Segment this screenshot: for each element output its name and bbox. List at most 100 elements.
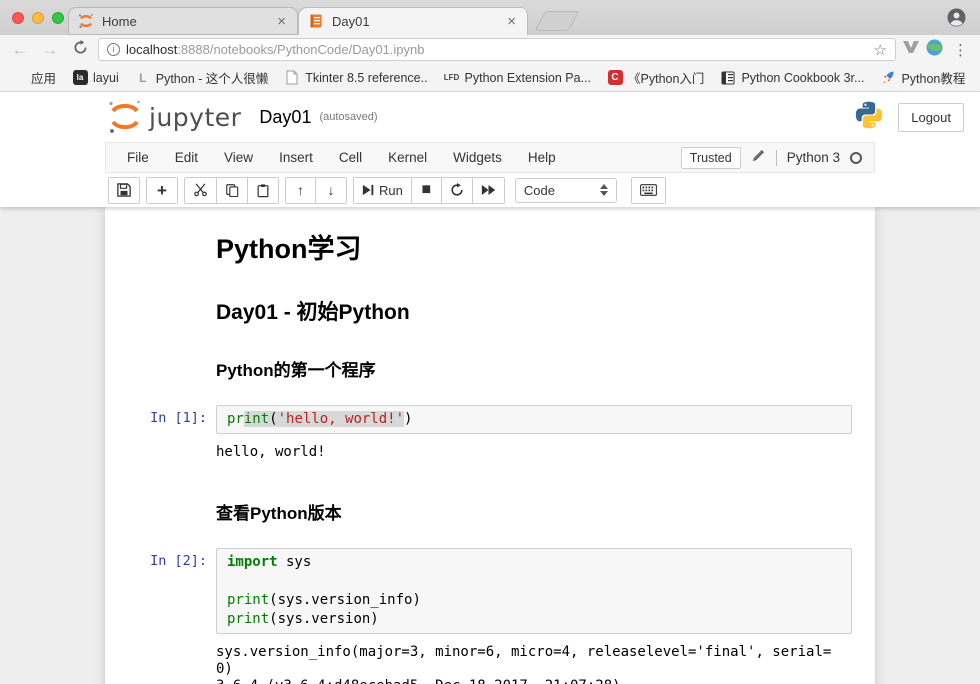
select-arrows-icon xyxy=(600,184,608,196)
paste-cell-button[interactable] xyxy=(248,178,278,203)
profile-avatar-icon[interactable] xyxy=(947,8,966,32)
tab-close-icon[interactable]: × xyxy=(505,13,518,30)
close-window-button[interactable] xyxy=(12,12,24,24)
menu-widgets[interactable]: Widgets xyxy=(440,150,515,165)
output-text: sys.version_info(major=3, minor=6, micro… xyxy=(216,644,852,684)
page-info-icon[interactable]: i xyxy=(107,43,120,56)
code-token: ) xyxy=(404,411,412,427)
code-input-area[interactable]: import sys print(sys.version_info) print… xyxy=(216,548,852,634)
menu-insert[interactable]: Insert xyxy=(266,150,326,165)
bookmark-python-extension[interactable]: LFD Python Extension Pa... xyxy=(444,70,591,86)
run-cell-button[interactable]: Run xyxy=(354,178,412,203)
tab-close-icon[interactable]: × xyxy=(275,13,288,30)
command-palette-button[interactable] xyxy=(632,178,665,203)
step-forward-icon xyxy=(362,184,374,196)
kernel-idle-icon xyxy=(850,152,862,164)
url-text[interactable]: localhost:8888/notebooks/PythonCode/Day0… xyxy=(126,42,868,57)
menu-kernel[interactable]: Kernel xyxy=(375,150,440,165)
input-prompt: In [1]: xyxy=(150,410,207,426)
notebook-menubar: File Edit View Insert Cell Kernel Widget… xyxy=(105,142,875,173)
tab-day01[interactable]: Day01 × xyxy=(298,7,528,35)
code-token-selected: ( xyxy=(269,411,277,427)
browser-menu-icon[interactable]: ⋮ xyxy=(949,41,972,59)
menu-view[interactable]: View xyxy=(211,150,266,165)
bookmark-apps[interactable]: 应用 xyxy=(10,68,56,87)
code-cell-2[interactable]: In [2]: import sys print(sys.version_inf… xyxy=(105,548,875,634)
tab-label: Home xyxy=(102,14,275,29)
jupyter-wordmark: jupyter xyxy=(149,103,241,132)
back-icon[interactable]: ← xyxy=(8,40,32,60)
input-prompt: In [2]: xyxy=(150,553,207,569)
code-input-area[interactable]: print('hello, world!') xyxy=(216,405,852,434)
restart-kernel-button[interactable] xyxy=(442,178,473,203)
markdown-heading3-first-program[interactable]: Python的第一个程序 xyxy=(105,356,875,381)
bookmark-cookbook[interactable]: Python Cookbook 3r... xyxy=(720,70,864,86)
output-text: hello, world! xyxy=(216,444,852,461)
output-cell-1: hello, world! xyxy=(105,444,875,461)
bookmark-label: 《Python入门 xyxy=(628,68,704,87)
markdown-heading1[interactable]: Python学习 xyxy=(105,227,875,266)
cell-type-select[interactable]: Code xyxy=(515,178,617,203)
tab-home[interactable]: Home × xyxy=(68,7,298,35)
bookmarks-bar: 应用 la layui L Python - 这个人很懒 Tkinter 8.5… xyxy=(0,64,980,92)
book-icon xyxy=(720,70,736,86)
markdown-heading2[interactable]: Day01 - 初始Python xyxy=(105,296,875,326)
bookmark-python-tutorial[interactable]: Python教程 xyxy=(880,68,965,87)
menu-help[interactable]: Help xyxy=(515,150,569,165)
jupyter-logo[interactable]: jupyter xyxy=(105,98,241,136)
reload-icon[interactable] xyxy=(68,40,92,60)
stop-icon: ■ xyxy=(422,182,432,198)
code-token: print xyxy=(227,611,269,627)
move-cell-up-button[interactable]: ↑ xyxy=(286,178,316,203)
new-tab-button[interactable] xyxy=(535,11,580,31)
bookmark-python-blog[interactable]: L Python - 这个人很懒 xyxy=(135,68,269,87)
copy-cell-button[interactable] xyxy=(217,178,248,203)
menu-cell[interactable]: Cell xyxy=(326,150,375,165)
bookmark-label: Python教程 xyxy=(901,68,965,87)
arrow-down-icon: ↓ xyxy=(328,183,335,197)
restart-icon xyxy=(450,183,464,197)
menu-edit[interactable]: Edit xyxy=(162,150,211,165)
autosave-status: (autosaved) xyxy=(319,111,377,123)
run-label: Run xyxy=(379,183,403,198)
code-token: sys xyxy=(278,554,312,570)
code-cell-1[interactable]: In [1]: print('hello, world!') xyxy=(105,405,875,434)
zoom-window-button[interactable] xyxy=(52,12,64,24)
python-logo-icon xyxy=(854,100,884,135)
trusted-badge[interactable]: Trusted xyxy=(681,147,741,169)
interrupt-kernel-button[interactable]: ■ xyxy=(412,178,442,203)
minimize-window-button[interactable] xyxy=(32,12,44,24)
translate-globe-icon[interactable] xyxy=(926,39,943,61)
copy-icon xyxy=(225,183,239,197)
notebook-page: Python学习 Day01 - 初始Python Python的第一个程序 I… xyxy=(105,207,875,684)
extension-v-icon[interactable] xyxy=(902,40,920,59)
letter-l-icon: L xyxy=(135,70,151,86)
logout-button[interactable]: Logout xyxy=(898,103,964,132)
bookmark-tkinter[interactable]: Tkinter 8.5 reference.. xyxy=(284,70,427,86)
notebook-scroll-area[interactable]: Python学习 Day01 - 初始Python Python的第一个程序 I… xyxy=(0,207,980,684)
jupyter-header: jupyter Day01 (autosaved) Logout File Ed… xyxy=(0,92,980,207)
layui-icon: la xyxy=(73,70,88,85)
forward-icon[interactable]: → xyxy=(38,40,62,60)
save-button[interactable] xyxy=(109,178,139,203)
bookmark-label: Tkinter 8.5 reference.. xyxy=(305,71,427,85)
cut-cell-button[interactable] xyxy=(185,178,217,203)
restart-run-all-button[interactable] xyxy=(473,178,504,203)
browser-titlebar: Home × Day01 × xyxy=(0,0,980,35)
divider xyxy=(776,150,777,166)
menu-file[interactable]: File xyxy=(114,150,162,165)
fast-forward-icon xyxy=(481,184,496,196)
bookmark-star-icon[interactable]: ☆ xyxy=(874,41,887,59)
kernel-name: Python 3 xyxy=(787,150,840,165)
edit-mode-pencil-icon xyxy=(751,148,766,168)
markdown-heading3-version[interactable]: 查看Python版本 xyxy=(105,499,875,524)
apps-grid-icon xyxy=(10,70,26,86)
bookmark-layui[interactable]: la layui xyxy=(72,70,119,86)
add-cell-button[interactable]: + xyxy=(147,178,177,203)
code-token-selected: 'hello, world!' xyxy=(278,411,404,427)
notebook-title[interactable]: Day01 xyxy=(259,107,311,128)
jupyter-logo-icon xyxy=(105,98,145,136)
bookmark-python-intro[interactable]: C 《Python入门 xyxy=(607,68,704,87)
url-address-bar[interactable]: i localhost:8888/notebooks/PythonCode/Da… xyxy=(98,38,896,61)
move-cell-down-button[interactable]: ↓ xyxy=(316,178,346,203)
